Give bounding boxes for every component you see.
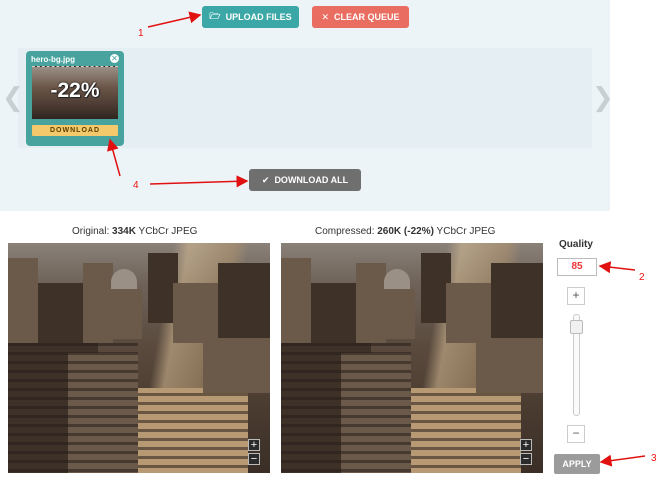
remove-item-icon[interactable]: ✕ [110,54,119,63]
zoom-in-button[interactable]: + [248,439,260,451]
compressed-image-view[interactable]: + − [281,243,543,473]
compressed-caption: Compressed: 260K (-22%) YCbCr JPEG [315,226,496,237]
annotation-3: 3 [651,453,657,464]
zoom-in-button[interactable]: + [520,439,532,451]
annotation-2: 2 [639,272,645,283]
original-size: 334K [112,226,136,237]
queue-item-card: hero-bg.jpg ✕ -22% DOWNLOAD [26,51,124,146]
quality-slider-handle[interactable] [570,320,583,334]
quality-input[interactable]: 85 [557,258,597,276]
queue-item-filename: hero-bg.jpg [31,55,75,64]
chevron-right-icon[interactable]: ❯ [592,84,614,110]
annotation-arrow-2 [598,261,636,274]
close-icon: ✕ [321,11,330,22]
chevron-left-icon[interactable]: ❮ [2,84,24,110]
clear-queue-button[interactable]: ✕ CLEAR QUEUE [312,6,409,28]
original-image-view[interactable]: + − [8,243,270,473]
upload-files-button[interactable]: 🗁 UPLOAD FILES [202,6,299,28]
queue-item-thumbnail[interactable]: -22% [32,66,118,119]
upload-files-label: UPLOAD FILES [225,12,292,22]
folder-icon: 🗁 [209,11,221,21]
queue-item-reduction: -22% [50,79,100,102]
compressed-size: 260K (-22%) [377,226,434,237]
original-caption: Original: 334K YCbCr JPEG [72,226,198,237]
annotation-1: 1 [138,28,144,39]
clear-queue-label: CLEAR QUEUE [334,12,400,22]
quality-decrease-button[interactable]: − [567,425,585,443]
zoom-out-button[interactable]: − [520,453,532,465]
annotation-arrow-3 [599,454,646,467]
download-all-button[interactable]: ✔ DOWNLOAD ALL [249,169,361,191]
quality-label: Quality [559,239,593,250]
check-icon: ✔ [261,174,270,185]
quality-increase-button[interactable]: + [567,287,585,305]
annotation-4: 4 [133,180,139,191]
queue-item-download-button[interactable]: DOWNLOAD [32,125,118,136]
zoom-out-button[interactable]: − [248,453,260,465]
apply-button[interactable]: APPLY [554,454,600,474]
download-all-label: DOWNLOAD ALL [274,175,349,185]
